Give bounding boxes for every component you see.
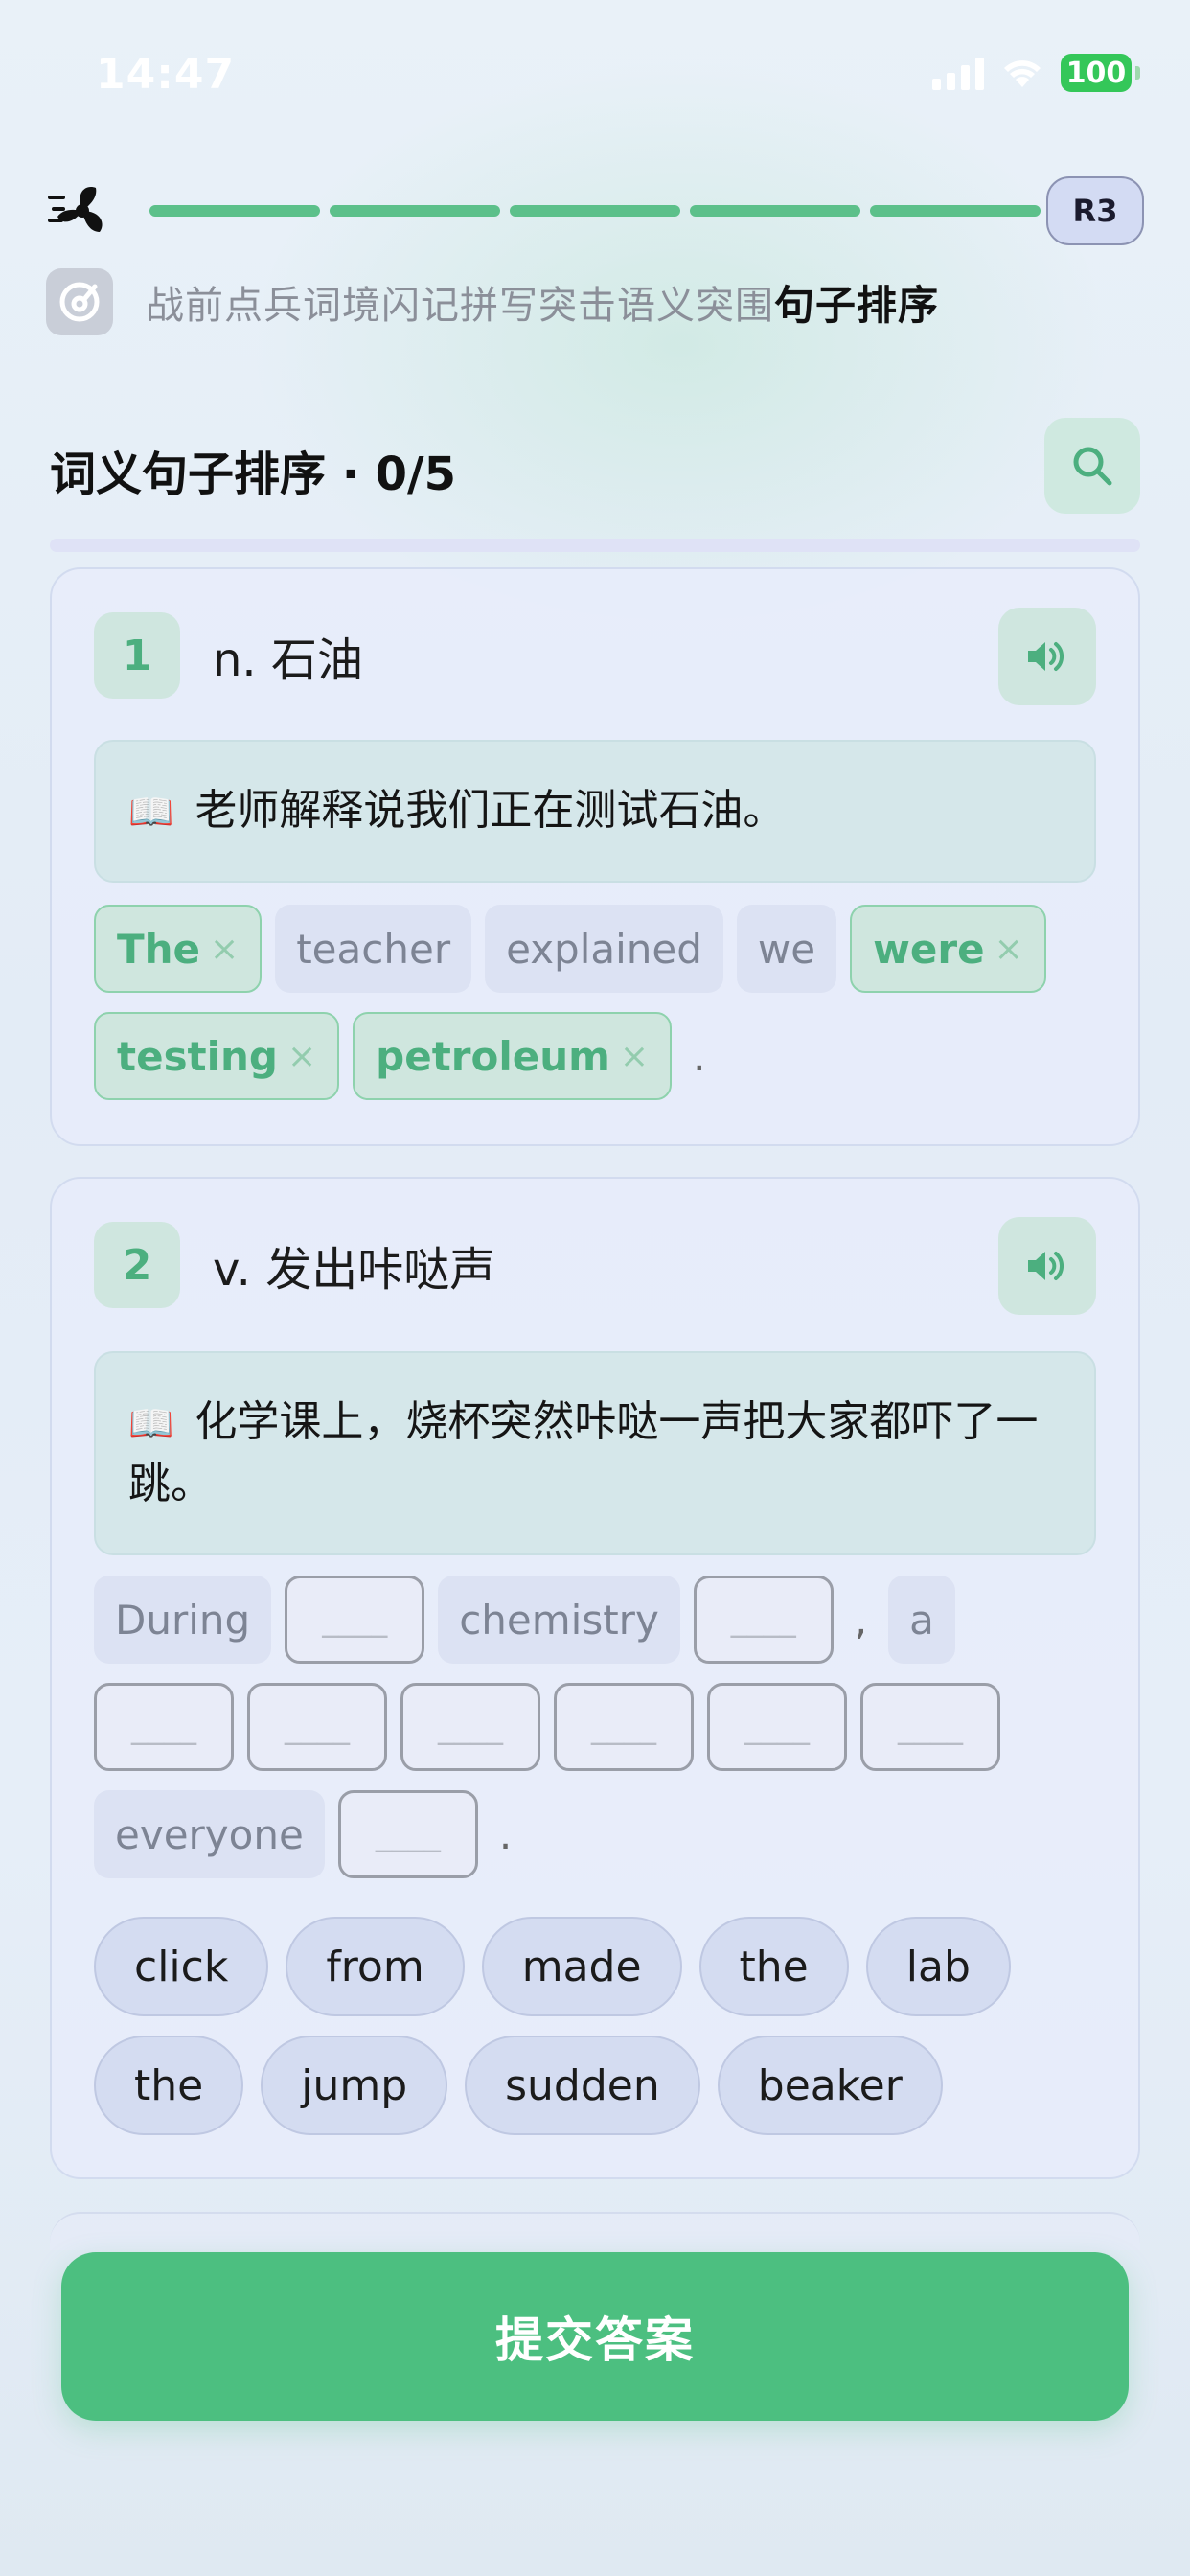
word-option[interactable]: sudden	[465, 2036, 700, 2135]
given-word: During	[94, 1576, 272, 1664]
remove-icon: ×	[210, 929, 240, 969]
round-badge[interactable]: R3	[1046, 176, 1144, 245]
remove-icon: ×	[994, 929, 1023, 969]
given-word: teacher	[275, 905, 472, 993]
answer-chip[interactable]: testing ×	[94, 1012, 340, 1100]
answer-blank[interactable]: ____	[554, 1683, 694, 1771]
given-word: explained	[485, 905, 723, 993]
answer-chip[interactable]: were ×	[850, 905, 1046, 993]
question-header: 1 n. 石油	[94, 608, 1096, 705]
punctuation: .	[498, 1810, 513, 1858]
book-icon: 📖	[128, 1402, 174, 1444]
given-word: we	[736, 905, 837, 993]
search-icon	[1073, 447, 1112, 486]
wifi-icon	[1001, 57, 1043, 89]
sentence-text: 化学课上，烧杯突然咔哒一声把大家都吓了一跳。	[128, 1397, 1039, 1508]
sentence-text: 老师解释说我们正在测试石油。	[195, 786, 786, 835]
word-option[interactable]: made	[481, 1917, 682, 2016]
progress-segment	[510, 205, 680, 217]
stage-current: 句子排序	[774, 281, 940, 329]
question-definition: n. 石油	[213, 633, 363, 687]
answer-blank[interactable]: ____	[707, 1683, 847, 1771]
progress-segment	[330, 205, 500, 217]
book-icon: 📖	[128, 791, 174, 833]
word-pool: click from made the lab the jump sudden …	[94, 1917, 1100, 2135]
progress-segment	[870, 205, 1041, 217]
answer-blank[interactable]: ____	[285, 1576, 425, 1664]
sentence-translation: 📖 化学课上，烧杯突然咔哒一声把大家都吓了一跳。	[94, 1351, 1096, 1555]
question-card-1: 1 n. 石油 📖 老师解释说我们正在测试石油。 The × teacher exp…	[50, 567, 1140, 1146]
answer-blank[interactable]: ____	[337, 1790, 478, 1878]
answer-blank[interactable]: ____	[400, 1683, 540, 1771]
answer-tokens: The × teacher explained we were × testing ×…	[94, 905, 1100, 1100]
status-icons: 100	[932, 54, 1140, 92]
answer-blank[interactable]: ____	[94, 1683, 234, 1771]
answer-chip[interactable]: The ×	[94, 905, 263, 993]
punctuation: .	[693, 1032, 706, 1080]
stage-completed-list: 战前点兵词境闪记拼写突击语义突围	[146, 284, 774, 328]
question-number: 1	[94, 612, 180, 699]
speaker-icon	[1028, 642, 1064, 671]
answer-blank[interactable]: ____	[247, 1683, 387, 1771]
answer-tokens: During ____ chemistry ____ , a ____ ____…	[94, 1576, 1100, 1878]
remove-icon: ×	[287, 1036, 317, 1076]
word-option[interactable]: jump	[261, 2036, 448, 2135]
answer-chip[interactable]: petroleum ×	[353, 1012, 673, 1100]
sentence-translation: 📖 老师解释说我们正在测试石油。	[94, 740, 1096, 883]
word-option[interactable]: the	[94, 2036, 244, 2135]
cellular-signal-icon	[932, 56, 984, 90]
battery-icon: 100	[1061, 54, 1132, 92]
answer-blank[interactable]: ____	[860, 1683, 1000, 1771]
progress-segment	[149, 205, 320, 217]
punctuation: ,	[854, 1596, 868, 1644]
given-word: everyone	[94, 1790, 325, 1878]
remove-icon: ×	[619, 1036, 650, 1076]
question-definition: v. 发出咔哒声	[213, 1243, 496, 1297]
question-header: 2 v. 发出咔哒声	[94, 1217, 1096, 1315]
propeller-logo-icon	[46, 182, 113, 240]
speaker-icon	[1028, 1252, 1064, 1280]
submit-answer-button[interactable]: 提交答案	[61, 2252, 1129, 2421]
given-word: chemistry	[438, 1576, 680, 1664]
play-audio-button[interactable]	[998, 1217, 1096, 1315]
play-audio-button[interactable]	[998, 608, 1096, 705]
word-option[interactable]: click	[94, 1917, 269, 2016]
stage-breadcrumb: 战前点兵词境闪记拼写突击语义突围 句子排序	[46, 266, 939, 337]
question-card-3-edge	[50, 2212, 1140, 2250]
search-button[interactable]	[1044, 418, 1140, 514]
question-number: 2	[94, 1222, 180, 1308]
word-option[interactable]: lab	[865, 1917, 1011, 2016]
word-option[interactable]: the	[698, 1917, 849, 2016]
progress-segment	[690, 205, 860, 217]
section-divider	[50, 539, 1140, 552]
section-title: 词义句子排序 · 0/5	[50, 448, 456, 501]
status-bar: 14:47 100	[0, 0, 1190, 144]
question-card-2: 2 v. 发出咔哒声 📖 化学课上，烧杯突然咔哒一声把大家都吓了一跳。 Durin…	[50, 1177, 1140, 2179]
record-disc-icon[interactable]	[46, 268, 113, 335]
word-option[interactable]: from	[286, 1917, 465, 2016]
status-time: 14:47	[96, 50, 236, 99]
word-option[interactable]: beaker	[717, 2036, 943, 2135]
given-word: a	[888, 1576, 955, 1664]
answer-blank[interactable]: ____	[693, 1576, 834, 1664]
battery-tip	[1135, 66, 1140, 80]
progress-header: R3	[46, 172, 1144, 249]
progress-segments	[149, 205, 1041, 217]
